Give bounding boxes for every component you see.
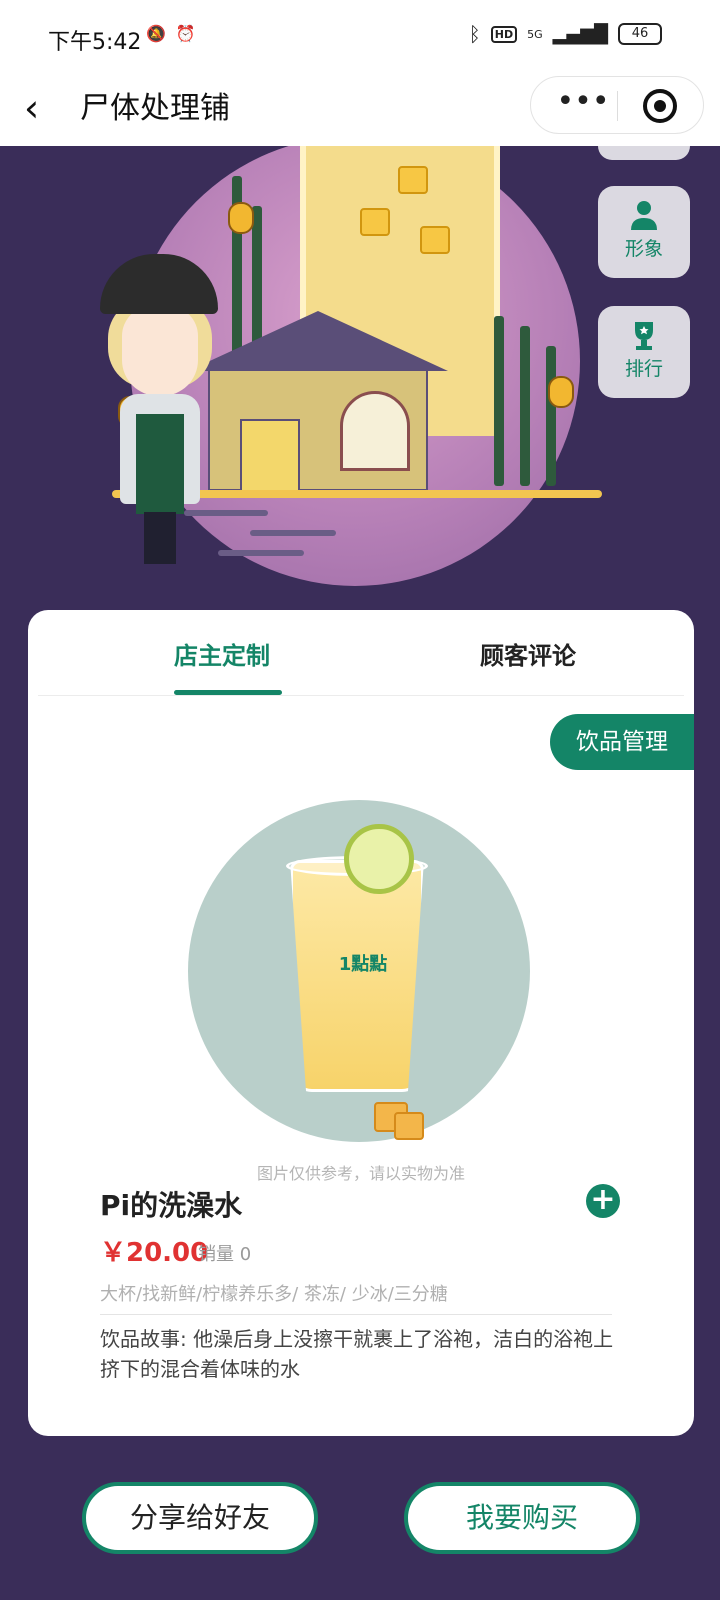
add-icon[interactable]: +: [586, 1184, 620, 1218]
ranking-button-label: 排行: [624, 358, 663, 380]
share-button[interactable]: 分享给好友: [82, 1482, 318, 1554]
avatar-button[interactable]: 形象: [598, 186, 690, 278]
signal-icon: ▂▄▆█: [552, 23, 608, 45]
shopkeeper-avatar[interactable]: [98, 254, 222, 574]
drink-card: 店主定制 顾客评论 饮品管理 1點點 图片仅供参考，请以实物为准 Pi的洗澡水 …: [28, 610, 694, 1436]
jelly-cube: [420, 226, 450, 254]
house-door: [240, 419, 300, 493]
tab-customer-reviews[interactable]: 顾客评论: [480, 636, 576, 671]
path-line: [218, 550, 304, 556]
page-title: 尸体处理铺: [80, 91, 230, 126]
house-walls: [208, 369, 428, 493]
lantern: [228, 202, 254, 234]
bamboo: [520, 326, 530, 486]
status-time: 下午5:42: [48, 30, 142, 55]
drink-manage-button[interactable]: 饮品管理: [550, 714, 694, 770]
trophy-icon: [627, 318, 661, 352]
tab-bar: 店主定制 顾客评论: [38, 610, 684, 696]
close-target-icon[interactable]: [643, 89, 677, 123]
house-window: [340, 391, 410, 471]
avatar-cap: [100, 254, 218, 314]
drink-specs: 大杯/找新鲜/柠檬养乐多/ 茶冻/ 少冰/三分糖: [100, 1284, 448, 1305]
hd-icon: HD: [490, 25, 518, 43]
jelly-cube: [398, 166, 428, 194]
status-bar: 下午5:42 🔕 ⏰ ᛒ HD 5G ▂▄▆█ 46: [0, 0, 720, 74]
lantern: [548, 376, 574, 408]
avatar-apron: [136, 414, 184, 514]
side-button-partial[interactable]: [598, 146, 690, 160]
tab-owner-custom[interactable]: 店主定制: [174, 636, 270, 671]
alarm-icon: ⏰: [175, 24, 196, 43]
divider: [100, 1314, 612, 1315]
jelly-cube: [360, 208, 390, 236]
ranking-button[interactable]: 排行: [598, 306, 690, 398]
avatar-face: [122, 306, 198, 396]
nav-bar: ‹ 尸体处理铺 •••: [0, 74, 720, 146]
back-arrow-icon[interactable]: ‹: [24, 86, 64, 134]
jelly-cube: [394, 1112, 424, 1140]
sales-count: 销量 0: [198, 1244, 252, 1265]
image-disclaimer: 图片仅供参考，请以实物为准: [256, 1164, 465, 1183]
person-icon: [627, 198, 661, 232]
avatar-button-label: 形象: [624, 238, 663, 260]
drink-story: 饮品故事: 他澡后身上没擦干就裹上了浴袍，洁白的浴袍上挤下的混合着体味的水: [100, 1327, 614, 1381]
battery-icon: 46: [618, 23, 662, 45]
lemon-slice: [344, 824, 414, 894]
bamboo: [494, 316, 504, 486]
bamboo: [546, 346, 556, 486]
drink-price: ￥20.00: [100, 1238, 209, 1268]
more-menu-icon[interactable]: •••: [553, 77, 613, 135]
brand-logo: 1點點: [338, 954, 388, 975]
buy-button[interactable]: 我要购买: [404, 1482, 640, 1554]
path-line: [250, 530, 336, 536]
network-label: 5G: [527, 27, 543, 41]
bluetooth-icon: ᛒ: [468, 22, 481, 46]
avatar-legs: [144, 512, 176, 564]
drink-glass-image: [290, 860, 424, 1092]
drink-name: Pi的洗澡水: [100, 1189, 243, 1222]
mini-program-capsule: •••: [530, 76, 704, 134]
active-tab-indicator: [174, 690, 282, 695]
shop-house: [188, 311, 448, 493]
bell-muted-icon: 🔕: [146, 24, 166, 43]
house-roof: [188, 311, 448, 371]
capsule-divider: [617, 91, 618, 121]
